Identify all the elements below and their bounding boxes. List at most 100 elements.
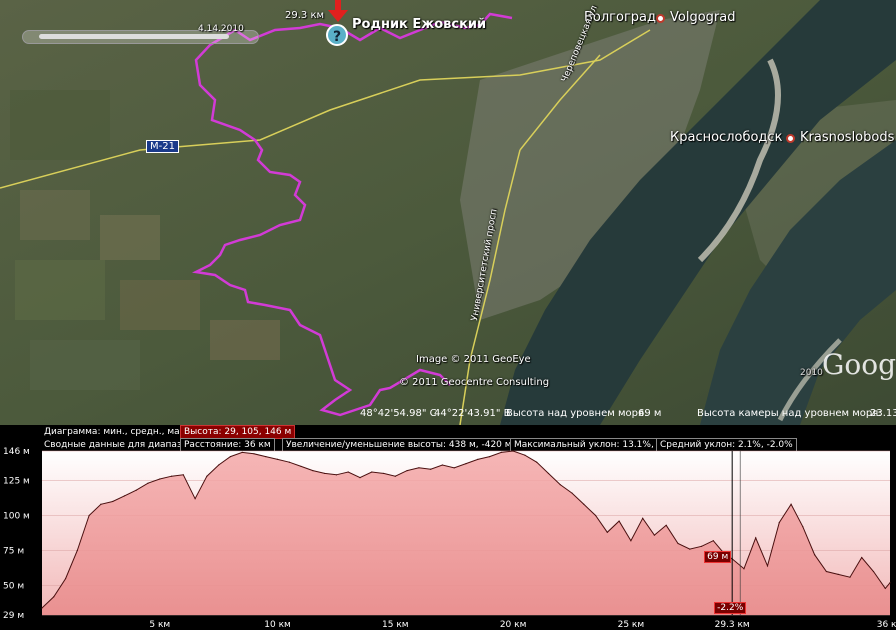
- imagery-credit: Image © 2011 GeoEye: [416, 354, 531, 365]
- elevation-point: [430, 468, 432, 470]
- marker-distance-label: 29.3 км: [285, 10, 325, 21]
- elevation-point: [170, 475, 173, 477]
- elevation-point: [218, 464, 220, 466]
- longitude-readout: 44°22'43.91" В: [434, 408, 511, 419]
- elevation-point: [382, 472, 385, 475]
- elevation-point: [536, 461, 538, 463]
- camera-altitude-label: Высота камеры над уровнем моря:: [697, 408, 882, 419]
- elevation-point: [312, 470, 314, 472]
- city-krasnoslobodsk-en[interactable]: Krasnoslobods: [800, 130, 894, 145]
- elevation-point: [194, 498, 196, 500]
- elevation-point: [41, 607, 43, 609]
- date-label: 4.14.2010: [198, 24, 244, 34]
- elevation-point: [241, 451, 243, 454]
- elevation-point: [583, 503, 585, 505]
- cursor-elevation-label: 69 м: [704, 550, 732, 563]
- elevation-point: [889, 582, 891, 584]
- elevation-point: [465, 463, 467, 465]
- elevation-point: [371, 471, 373, 473]
- elevation-point: [700, 545, 703, 547]
- elevation-point: [182, 474, 184, 476]
- elevation-point: [347, 471, 349, 473]
- elevation-point: [359, 477, 361, 479]
- elevation-point: [814, 554, 816, 556]
- elevation-point: [406, 470, 408, 472]
- x-tick-label: 15 км: [382, 620, 409, 630]
- elevation-point: [418, 467, 420, 469]
- elevation-point: [559, 484, 561, 486]
- y-tick-label: 75 м: [3, 547, 24, 557]
- elevation-point: [100, 503, 102, 505]
- elevation-point: [288, 461, 290, 463]
- y-tick-label: 29 м: [3, 611, 24, 621]
- elevation-point: [712, 540, 714, 542]
- elevation-point: [849, 576, 851, 578]
- elevation-chart[interactable]: 146 м 125 м 100 м 75 м 50 м 29 м 5 км 10 км 15 к…: [0, 425, 896, 630]
- spring-placemark[interactable]: Родник Ежовский: [352, 17, 486, 32]
- x-tick-label: 5 км: [149, 620, 170, 630]
- x-tick-label: 36 км: [877, 620, 896, 630]
- x-tick-label: 20 км: [500, 620, 527, 630]
- elevation-point: [618, 520, 620, 522]
- elevation-point: [123, 495, 126, 497]
- elevation-point: [453, 467, 455, 469]
- elevation-point: [594, 514, 597, 517]
- y-tick-label: 50 м: [3, 582, 24, 592]
- elevation-point: [64, 577, 67, 580]
- city-krasnoslobodsk-icon[interactable]: [786, 134, 795, 143]
- help-icon[interactable]: ?: [326, 24, 348, 46]
- elevation-point: [884, 587, 886, 589]
- camera-altitude-value: 23.13: [870, 408, 896, 419]
- elevation-point: [743, 568, 745, 570]
- map-view[interactable]: 4.14.2010 29.3 км ? Родник Ежовский Волг…: [0, 0, 896, 425]
- elevation-point: [778, 521, 780, 524]
- elevation-point: [147, 482, 149, 484]
- elevation-point: [790, 503, 792, 505]
- elevation-point: [837, 573, 839, 575]
- elevation-point: [253, 453, 255, 455]
- y-tick-label: 100 м: [3, 511, 30, 521]
- x-tick-label: 25 км: [618, 620, 645, 630]
- y-tick-label: 146 м: [3, 447, 30, 457]
- elevation-point: [300, 465, 302, 468]
- elevation-label: Высота над уровнем моря:: [506, 408, 648, 419]
- latitude-readout: 48°42'54.98" С: [360, 408, 437, 419]
- elevation-point: [547, 472, 550, 475]
- elevation-point: [441, 464, 444, 466]
- x-tick-label: 29.3 км: [715, 620, 750, 630]
- elevation-point: [755, 537, 757, 539]
- elevation-point: [276, 458, 279, 461]
- date-slider-knob[interactable]: [39, 34, 229, 39]
- elevation-point: [665, 524, 667, 526]
- elevation-point: [477, 458, 479, 461]
- elevation-point: [524, 454, 526, 456]
- elevation-point: [135, 489, 137, 491]
- elevation-point: [265, 456, 267, 458]
- elevation-point: [653, 534, 656, 536]
- status-bar: 48°42'54.98" С 44°22'43.91" В Высота над…: [0, 404, 896, 425]
- road-m21-shield: М-21: [146, 140, 179, 153]
- elevation-point: [88, 514, 90, 517]
- elevation-point: [825, 570, 828, 573]
- city-krasnoslobodsk-ru[interactable]: Краснослободск: [670, 130, 782, 145]
- elevation-point: [689, 548, 691, 550]
- geocentre-credit: © 2011 Geocentre Consulting: [399, 377, 550, 388]
- elevation-point: [606, 531, 608, 533]
- elevation-point: [802, 526, 804, 528]
- elevation-point: [677, 542, 679, 545]
- cursor-slope-label: -2.2%: [714, 602, 747, 614]
- elevation-point: [861, 556, 863, 559]
- y-tick-label: 125 м: [3, 476, 30, 486]
- elevation-point: [229, 456, 232, 458]
- elevation-point: [766, 565, 769, 567]
- elevation-point: [53, 596, 55, 598]
- elevation-point: [394, 475, 396, 477]
- city-volgograd-en[interactable]: Volgograd: [670, 10, 735, 25]
- city-volgograd-icon[interactable]: [656, 14, 665, 23]
- elevation-point: [571, 492, 573, 494]
- x-tick-label: 10 км: [264, 620, 291, 630]
- elevation-point: [76, 549, 78, 552]
- elevation-point: [500, 451, 502, 454]
- elevation-point: [324, 472, 326, 475]
- elevation-point: [112, 500, 114, 503]
